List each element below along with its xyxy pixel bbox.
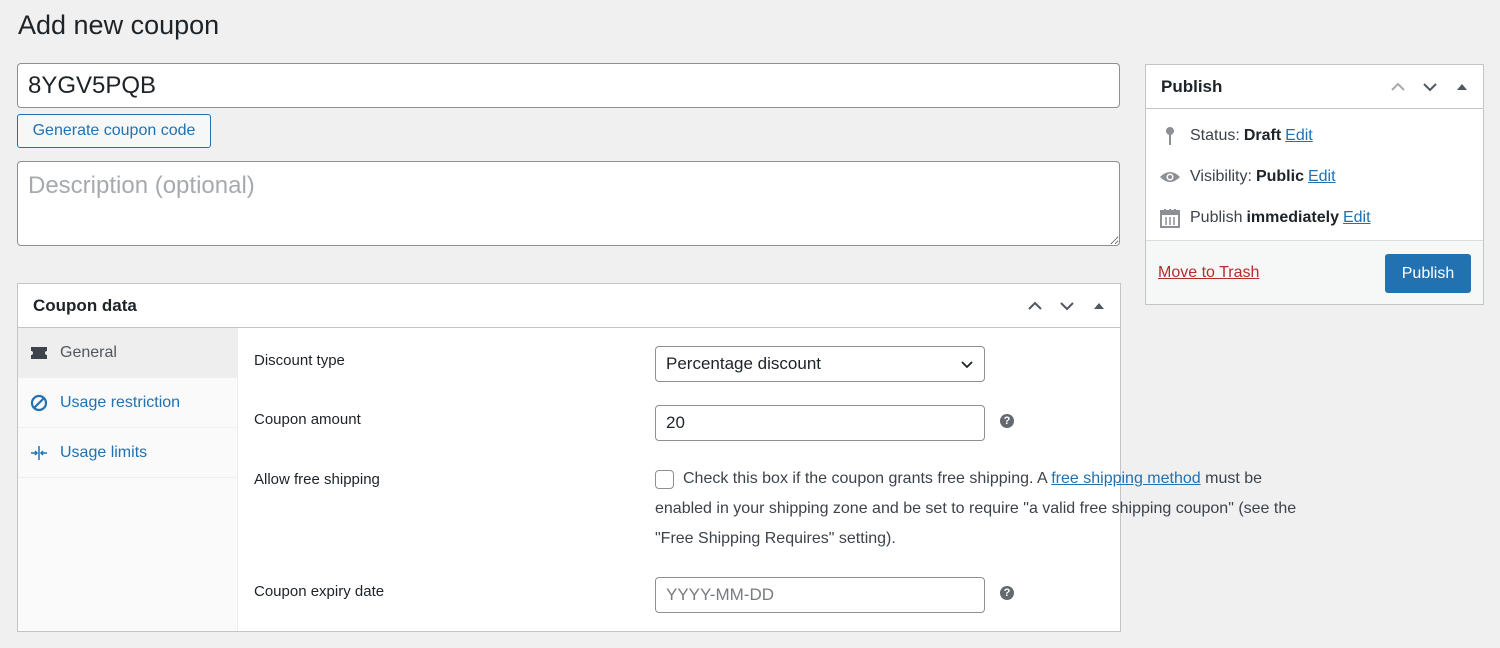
tab-usage-restriction[interactable]: Usage restriction bbox=[18, 378, 237, 428]
tab-general-label: General bbox=[60, 343, 117, 361]
free-shipping-description: Check this box if the coupon grants free… bbox=[655, 464, 1315, 554]
ban-icon bbox=[30, 394, 48, 412]
publish-controls bbox=[1383, 73, 1477, 101]
discount-type-value: Percentage discount bbox=[666, 354, 821, 373]
help-icon[interactable]: ? bbox=[1000, 414, 1014, 428]
status-edit-link[interactable]: Edit bbox=[1285, 127, 1313, 145]
coupon-data-tabs: General Usage restriction Usage limits bbox=[18, 328, 238, 631]
coupon-expiry-label: Coupon expiry date bbox=[254, 583, 385, 600]
publish-title: Publish bbox=[1161, 77, 1223, 96]
status-row: Status: Draft Edit bbox=[1158, 125, 1313, 147]
generate-coupon-code-button[interactable]: Generate coupon code bbox=[17, 114, 211, 148]
coupon-data-controls bbox=[1020, 292, 1114, 320]
discount-type-select[interactable]: Percentage discount bbox=[655, 346, 985, 382]
coupon-data-title: Coupon data bbox=[33, 296, 137, 315]
publish-actions: Move to Trash Publish bbox=[1146, 240, 1483, 304]
coupon-data-box: Coupon data General Usage restriction Us… bbox=[17, 283, 1296, 632]
chevron-down-icon bbox=[960, 357, 974, 377]
collapse-toggle-icon[interactable] bbox=[1084, 292, 1114, 320]
coupon-amount-label: Coupon amount bbox=[254, 411, 361, 428]
status-label: Status: bbox=[1190, 127, 1240, 144]
move-up-icon[interactable] bbox=[1020, 292, 1050, 320]
page-title: Add new coupon bbox=[18, 10, 220, 40]
tab-usage-limits-label: Usage limits bbox=[60, 443, 148, 461]
publish-button[interactable]: Publish bbox=[1385, 254, 1471, 293]
free-shipping-text-1: Check this box if the coupon grants free… bbox=[683, 470, 1047, 487]
coupon-expiry-input[interactable] bbox=[655, 577, 985, 613]
move-to-trash-link[interactable]: Move to Trash bbox=[1158, 264, 1259, 282]
discount-type-label: Discount type bbox=[254, 352, 345, 369]
description-textarea[interactable] bbox=[17, 161, 1120, 246]
tab-general[interactable]: General bbox=[18, 328, 237, 378]
schedule-label: Publish bbox=[1190, 209, 1243, 226]
limits-icon bbox=[30, 444, 48, 462]
schedule-row: Publish immediately Edit bbox=[1158, 207, 1371, 229]
status-value: Draft bbox=[1243, 127, 1282, 144]
move-up-icon[interactable] bbox=[1383, 73, 1413, 101]
move-down-icon[interactable] bbox=[1415, 73, 1445, 101]
publish-box: Publish Status: Draft Edit Visibility: P… bbox=[1145, 64, 1484, 305]
collapse-toggle-icon[interactable] bbox=[1447, 73, 1477, 101]
free-shipping-label: Allow free shipping bbox=[254, 471, 380, 488]
general-panel: Discount type Percentage discount Coupon… bbox=[238, 328, 1296, 631]
coupon-data-header: Coupon data bbox=[18, 284, 1120, 328]
publish-header: Publish bbox=[1146, 65, 1483, 109]
coupon-code-input[interactable] bbox=[17, 63, 1120, 108]
eye-icon bbox=[1158, 166, 1182, 188]
ticket-icon bbox=[30, 344, 48, 362]
coupon-amount-input[interactable] bbox=[655, 405, 985, 441]
tab-usage-limits[interactable]: Usage limits bbox=[18, 428, 237, 478]
visibility-value: Public bbox=[1255, 168, 1304, 185]
pin-icon bbox=[1158, 125, 1182, 147]
tab-usage-restriction-label: Usage restriction bbox=[60, 393, 181, 411]
visibility-row: Visibility: Public Edit bbox=[1158, 166, 1336, 188]
calendar-icon bbox=[1158, 207, 1182, 229]
visibility-label: Visibility: bbox=[1190, 168, 1252, 185]
free-shipping-method-link[interactable]: free shipping method bbox=[1051, 470, 1200, 487]
move-down-icon[interactable] bbox=[1052, 292, 1082, 320]
schedule-value: immediately bbox=[1246, 209, 1339, 226]
help-icon[interactable]: ? bbox=[1000, 586, 1014, 600]
visibility-edit-link[interactable]: Edit bbox=[1308, 168, 1336, 186]
schedule-edit-link[interactable]: Edit bbox=[1343, 209, 1371, 227]
